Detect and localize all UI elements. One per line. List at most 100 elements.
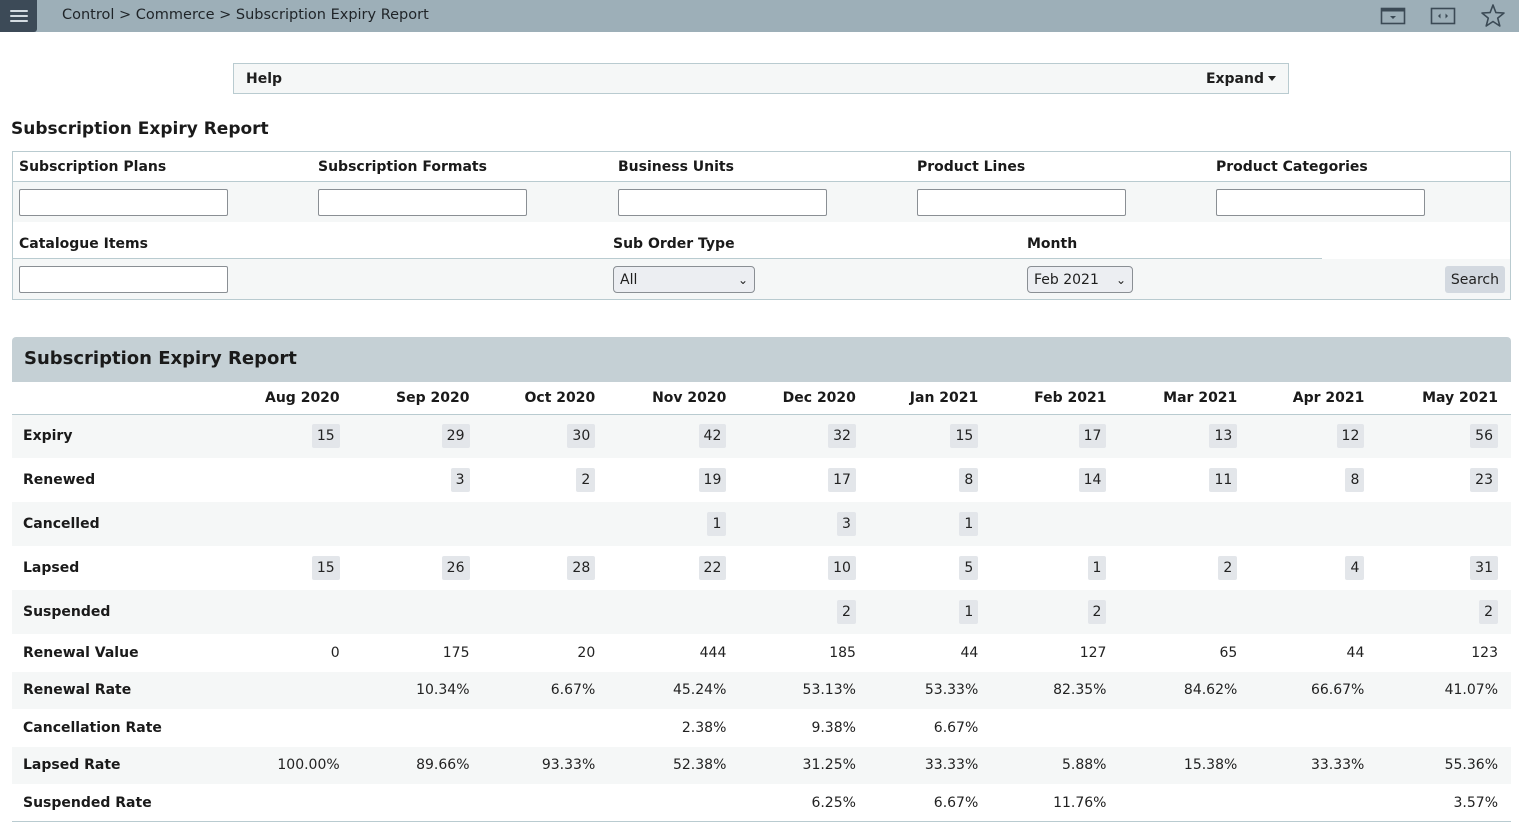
table-cell: 33.33% bbox=[1250, 746, 1378, 784]
sub-order-type-label: Sub Order Type bbox=[613, 236, 735, 252]
count-badge[interactable]: 19 bbox=[698, 468, 727, 492]
count-badge[interactable]: 2 bbox=[1218, 556, 1238, 580]
table-cell: 15.38% bbox=[1119, 746, 1251, 784]
count-badge[interactable]: 32 bbox=[828, 424, 856, 449]
row-label: Renewal Rate bbox=[12, 671, 221, 709]
count-badge[interactable]: 29 bbox=[441, 424, 470, 449]
count-badge[interactable]: 15 bbox=[311, 556, 340, 580]
count-badge[interactable]: 30 bbox=[567, 424, 596, 449]
table-cell: 175 bbox=[442, 644, 470, 661]
count-badge[interactable]: 11 bbox=[1209, 468, 1238, 492]
count-badge[interactable]: 3 bbox=[450, 468, 470, 492]
calendar-dropdown-icon[interactable] bbox=[1379, 3, 1407, 29]
table-cell: 3 bbox=[739, 502, 869, 546]
count-badge[interactable]: 12 bbox=[1336, 424, 1365, 449]
table-cell bbox=[352, 784, 483, 822]
count-badge[interactable]: 26 bbox=[441, 556, 470, 580]
month-select[interactable]: Feb 2021 ⌄ bbox=[1027, 266, 1133, 293]
column-header: Jan 2021 bbox=[868, 382, 992, 415]
table-cell: 45.24% bbox=[608, 671, 740, 709]
table-cell: 9.38% bbox=[811, 719, 856, 736]
count-badge[interactable]: 1 bbox=[959, 512, 979, 536]
subscription-plans-input[interactable] bbox=[19, 189, 228, 216]
count-badge[interactable]: 2 bbox=[1087, 600, 1107, 624]
catalogue-items-input[interactable] bbox=[19, 266, 228, 293]
count-badge[interactable]: 15 bbox=[311, 424, 340, 449]
search-button[interactable]: Search bbox=[1444, 266, 1505, 293]
business-units-input[interactable] bbox=[618, 189, 827, 216]
row-label: Renewal Value bbox=[23, 644, 139, 661]
table-cell: 4 bbox=[1250, 546, 1377, 590]
table-cell bbox=[353, 709, 483, 747]
table-cell: 6.67% bbox=[868, 784, 992, 822]
breadcrumb-control[interactable]: Control bbox=[62, 7, 114, 23]
table-cell: 14 bbox=[991, 458, 1119, 502]
count-badge[interactable]: 4 bbox=[1345, 556, 1365, 580]
count-badge[interactable]: 3 bbox=[837, 512, 856, 536]
column-header: Mar 2021 bbox=[1119, 382, 1251, 415]
count-badge[interactable]: 1 bbox=[1087, 556, 1107, 580]
expand-width-icon[interactable] bbox=[1429, 3, 1457, 29]
table-cell: 28 bbox=[483, 546, 609, 590]
row-label: Cancelled bbox=[12, 502, 221, 546]
filter-input-row bbox=[13, 182, 1510, 222]
table-cell: 44 bbox=[960, 644, 979, 661]
table-cell: 2 bbox=[483, 458, 609, 502]
table-cell bbox=[1119, 709, 1250, 747]
product-categories-input[interactable] bbox=[1216, 189, 1425, 216]
count-badge[interactable]: 1 bbox=[707, 512, 727, 536]
table-cell: 0 bbox=[330, 644, 340, 661]
expand-button[interactable]: Expand bbox=[1206, 71, 1276, 87]
count-badge[interactable]: 56 bbox=[1470, 424, 1498, 449]
table-cell: 31 bbox=[1377, 546, 1511, 590]
count-badge[interactable]: 17 bbox=[1078, 424, 1107, 449]
count-badge[interactable]: 23 bbox=[1470, 468, 1498, 492]
breadcrumb-separator: > bbox=[119, 7, 132, 23]
table-cell: 6.67% bbox=[933, 719, 979, 736]
table-cell: 17 bbox=[991, 414, 1120, 458]
table-cell: 53.13% bbox=[739, 671, 869, 709]
product-lines-input[interactable] bbox=[917, 189, 1126, 216]
table-cell bbox=[608, 784, 740, 822]
count-badge[interactable]: 2 bbox=[1479, 600, 1498, 624]
menu-button[interactable] bbox=[0, 0, 37, 32]
page-title: Subscription Expiry Report bbox=[11, 119, 269, 139]
count-badge[interactable]: 42 bbox=[698, 424, 727, 449]
table-row: Renewed 3 2 19 17 8 14 11 8 23 bbox=[12, 458, 1511, 502]
table-cell: 55.36% bbox=[1377, 746, 1511, 784]
count-badge[interactable]: 5 bbox=[959, 556, 979, 580]
count-badge[interactable]: 31 bbox=[1470, 556, 1498, 580]
count-badge[interactable]: 10 bbox=[828, 556, 856, 580]
count-badge[interactable]: 13 bbox=[1209, 424, 1238, 449]
count-badge[interactable]: 8 bbox=[959, 468, 979, 492]
table-cell bbox=[1377, 709, 1511, 747]
count-badge[interactable]: 15 bbox=[950, 424, 979, 449]
table-cell: 89.66% bbox=[352, 746, 483, 784]
table-cell: 84.62% bbox=[1119, 671, 1251, 709]
count-badge[interactable]: 2 bbox=[837, 600, 856, 624]
table-row: Lapsed Rate 100.00% 89.66% 93.33% 52.38% 31.2… bbox=[12, 746, 1511, 784]
count-badge[interactable]: 1 bbox=[959, 600, 979, 624]
count-badge[interactable]: 28 bbox=[567, 556, 596, 580]
subscription-formats-input[interactable] bbox=[318, 189, 527, 216]
sub-order-type-select[interactable]: All ⌄ bbox=[613, 266, 755, 293]
table-row: Suspended Rate 6.25% 6.67% 11.76% 3.57% bbox=[12, 784, 1511, 822]
table-cell: 30 bbox=[482, 414, 609, 458]
report-table: Aug 2020 Sep 2020 Oct 2020 Nov 2020 Dec 2020… bbox=[12, 382, 1511, 822]
help-label: Help bbox=[246, 70, 283, 87]
breadcrumb-commerce[interactable]: Commerce bbox=[136, 7, 215, 23]
table-cell bbox=[1377, 502, 1511, 546]
product-categories-label: Product Categories bbox=[1216, 159, 1368, 175]
count-badge[interactable]: 22 bbox=[698, 556, 727, 580]
hamburger-menu-icon bbox=[9, 7, 28, 25]
count-badge[interactable]: 2 bbox=[576, 468, 596, 492]
table-cell: 444 bbox=[699, 644, 727, 661]
count-badge[interactable]: 8 bbox=[1345, 468, 1365, 492]
count-badge[interactable]: 17 bbox=[828, 468, 856, 492]
table-cell: 93.33% bbox=[482, 746, 609, 784]
count-badge[interactable]: 14 bbox=[1078, 468, 1107, 492]
table-cell: 10 bbox=[739, 546, 869, 590]
table-cell: 20 bbox=[577, 644, 596, 661]
column-header: Nov 2020 bbox=[608, 382, 740, 415]
favorite-star-icon[interactable] bbox=[1479, 3, 1507, 29]
